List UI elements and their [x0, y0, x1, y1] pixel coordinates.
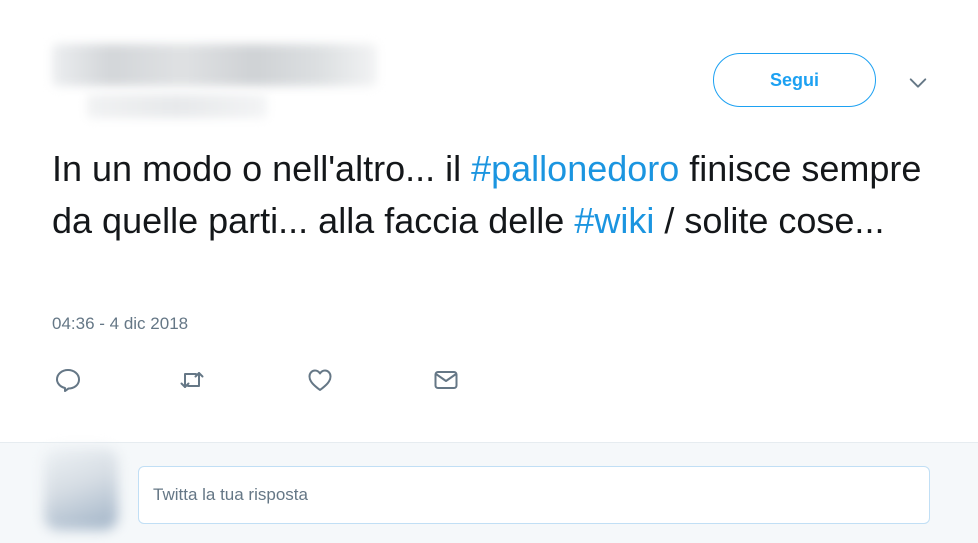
reply-input[interactable]: [138, 466, 930, 524]
tweet-timestamp[interactable]: 04:36 - 4 dic 2018: [52, 314, 188, 334]
tweet-card: Segui In un modo o nell'altro... il #pal…: [0, 0, 978, 442]
follow-button[interactable]: Segui: [713, 53, 876, 107]
hashtag-link[interactable]: #wiki: [574, 200, 654, 241]
retweet-icon[interactable]: [178, 366, 206, 394]
tweet-text: In un modo o nell'altro... il #pallonedo…: [52, 143, 932, 247]
hashtag-link[interactable]: #pallonedoro: [471, 148, 679, 189]
reply-icon[interactable]: [54, 366, 82, 394]
tweet-text-segment: In un modo o nell'altro... il: [52, 148, 472, 189]
avatar: [44, 448, 118, 530]
author-name-blurred: [52, 44, 377, 86]
like-icon[interactable]: [306, 366, 334, 394]
author-info-blurred[interactable]: [52, 44, 382, 120]
chevron-down-icon[interactable]: [907, 72, 929, 94]
tweet-text-segment: / solite cose...: [654, 200, 885, 241]
direct-message-icon[interactable]: [432, 366, 460, 394]
author-handle-blurred: [87, 94, 267, 118]
